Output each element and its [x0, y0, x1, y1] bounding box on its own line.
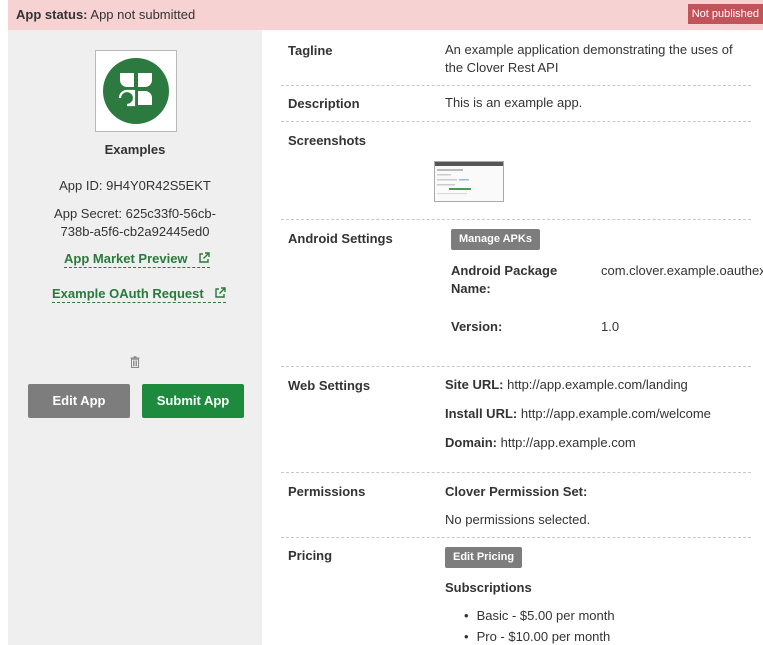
- permissions-value: No permissions selected.: [445, 512, 591, 527]
- app-details: Tagline An example application demonstra…: [270, 30, 763, 645]
- app-status-value: App not submitted: [90, 7, 196, 22]
- app-id: App ID: 9H4Y0R42S5EKT: [8, 178, 262, 193]
- domain-label: Domain:: [445, 435, 497, 450]
- external-link-icon: [215, 287, 227, 298]
- subscription-item: Basic - $5.00 per month: [464, 608, 615, 623]
- manage-apks-button[interactable]: Manage APKs: [451, 229, 540, 250]
- tagline-value: An example application demonstrating the…: [445, 42, 733, 75]
- android-package-value: com.clover.example.oauthex: [601, 263, 763, 278]
- clover-logo-icon: [103, 58, 169, 124]
- app-secret: App Secret: 625c33f0-56cb-738b-a5f6-cb2a…: [48, 205, 222, 241]
- app-status-text: App status: App not submitted: [16, 7, 195, 22]
- site-url-value: http://app.example.com/landing: [507, 377, 688, 392]
- example-oauth-request-link[interactable]: Example OAuth Request: [52, 286, 227, 303]
- example-oauth-request-label: Example OAuth Request: [52, 286, 204, 301]
- web-settings-label: Web Settings: [288, 378, 371, 393]
- tagline-label: Tagline: [288, 43, 333, 58]
- domain: Domain: http://app.example.com: [445, 434, 636, 452]
- app-secret-label: App Secret:: [54, 206, 122, 221]
- app-market-preview-label: App Market Preview: [64, 251, 188, 266]
- permissions-label: Permissions: [288, 484, 366, 499]
- app-status-bar: App status: App not submitted Not publis…: [8, 0, 763, 30]
- description-row: Description This is an example app.: [281, 86, 751, 122]
- site-url: Site URL: http://app.example.com/landing: [445, 376, 688, 394]
- domain-value: http://app.example.com: [500, 435, 636, 450]
- app-sidebar: Examples App ID: 9H4Y0R42S5EKT App Secre…: [8, 30, 262, 645]
- version-label: Version:: [451, 319, 503, 334]
- version-value: 1.0: [601, 319, 620, 334]
- trash-icon[interactable]: [130, 356, 140, 368]
- app-status-label: App status:: [16, 7, 88, 22]
- android-settings-label: Android Settings: [288, 231, 393, 246]
- status-badge: Not published: [687, 4, 763, 24]
- permission-set-label: Clover Permission Set:: [445, 484, 588, 499]
- install-url: Install URL: http://app.example.com/welc…: [445, 405, 711, 423]
- permissions-row: Permissions Clover Permission Set: No pe…: [281, 473, 751, 538]
- external-link-icon: [199, 252, 210, 263]
- edit-app-button[interactable]: Edit App: [28, 384, 130, 418]
- description-label: Description: [288, 96, 360, 111]
- screenshots-label: Screenshots: [288, 133, 367, 148]
- site-url-label: Site URL:: [445, 377, 504, 392]
- pricing-row: Pricing Edit Pricing Subscriptions Basic…: [281, 538, 751, 645]
- subscriptions-label: Subscriptions: [445, 580, 532, 595]
- screenshot-thumbnail[interactable]: [434, 161, 504, 202]
- app-market-preview-link[interactable]: App Market Preview: [64, 251, 211, 268]
- install-url-label: Install URL:: [445, 406, 518, 421]
- description-value: This is an example app.: [445, 95, 583, 110]
- web-settings-row: Web Settings Site URL: http://app.exampl…: [281, 367, 751, 473]
- android-package-label: Android Package Name:: [451, 263, 558, 296]
- android-settings-row: Android Settings Manage APKs Android Pac…: [281, 220, 763, 367]
- screenshots-row: Screenshots: [281, 122, 751, 220]
- edit-pricing-button[interactable]: Edit Pricing: [445, 547, 523, 568]
- app-logo: [95, 50, 177, 132]
- subscription-item: Pro - $10.00 per month: [464, 629, 611, 644]
- app-name: Examples: [104, 142, 166, 157]
- submit-app-button[interactable]: Submit App: [142, 384, 244, 418]
- install-url-value: http://app.example.com/welcome: [520, 406, 711, 421]
- tagline-row: Tagline An example application demonstra…: [281, 30, 751, 86]
- app-id-label: App ID:: [59, 178, 103, 193]
- pricing-label: Pricing: [288, 548, 333, 563]
- app-id-value: 9H4Y0R42S5EKT: [106, 178, 211, 193]
